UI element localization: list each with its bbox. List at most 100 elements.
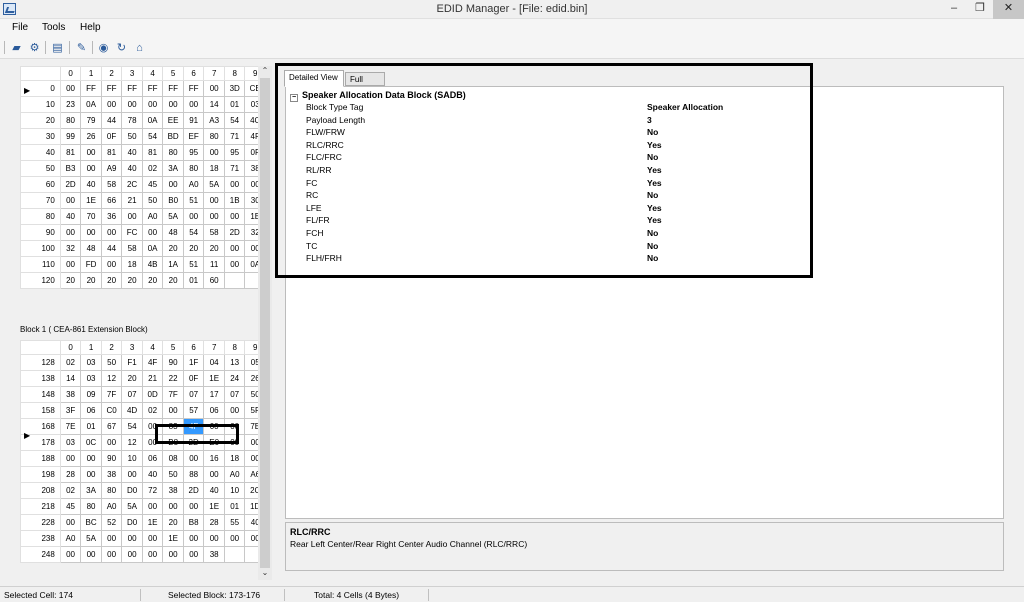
hex-cell[interactable]: 54 <box>141 128 164 145</box>
hex-cell[interactable]: 80 <box>100 482 123 499</box>
hex-cell[interactable]: 48 <box>162 224 184 241</box>
hex-cell[interactable]: 00 <box>162 546 184 563</box>
hex-cell[interactable]: 50 <box>141 192 164 209</box>
hex-cell[interactable]: A9 <box>100 160 123 177</box>
hex-cell[interactable]: 00 <box>141 224 164 241</box>
hex-cell[interactable]: 80 <box>162 144 184 161</box>
hex-cell[interactable]: 5A <box>80 530 102 547</box>
hex-cell[interactable]: 02 <box>141 160 164 177</box>
row-header[interactable]: 138 <box>20 370 61 387</box>
hex-cell[interactable]: 00 <box>223 530 246 547</box>
hex-cell[interactable]: 08 <box>162 450 184 467</box>
hex-cell[interactable]: 00 <box>100 224 123 241</box>
help-icon[interactable]: ◉ <box>96 40 111 55</box>
hex-cell[interactable]: 57 <box>182 402 205 419</box>
hex-cell[interactable]: 38 <box>100 466 123 483</box>
hex-cell[interactable]: 90 <box>162 354 184 371</box>
hex-cell[interactable]: FF <box>100 80 123 97</box>
hex-cell[interactable]: 40 <box>121 144 143 161</box>
hex-cell[interactable]: FC <box>121 224 143 241</box>
hex-cell[interactable]: 5A <box>121 498 143 515</box>
hex-cell[interactable]: 1E <box>80 192 102 209</box>
hex-cell[interactable]: 7F <box>162 386 184 403</box>
hex-cell[interactable]: 03 <box>59 434 82 451</box>
hex-cell[interactable]: F1 <box>121 354 143 371</box>
hex-cell[interactable]: A0 <box>182 176 205 193</box>
hex-cell[interactable]: 71 <box>223 128 246 145</box>
hex-cell[interactable]: 00 <box>80 466 102 483</box>
hex-cell[interactable]: 0D <box>141 386 164 403</box>
hex-cell[interactable]: A0 <box>59 530 82 547</box>
hex-cell[interactable]: 70 <box>80 208 102 225</box>
hex-cell[interactable]: B0 <box>162 192 184 209</box>
scroll-thumb[interactable] <box>260 78 270 568</box>
hex-cell[interactable]: 90 <box>100 450 123 467</box>
hex-cell[interactable]: 3A <box>162 160 184 177</box>
hex-cell[interactable]: 20 <box>121 272 143 289</box>
hex-cell[interactable]: 00 <box>203 80 225 97</box>
row-header[interactable]: 100 <box>20 240 61 257</box>
hex-cell[interactable]: 52 <box>100 514 123 531</box>
hex-cell[interactable]: 22 <box>162 370 184 387</box>
hex-cell[interactable]: 00 <box>141 546 164 563</box>
hex-cell[interactable]: 06 <box>203 402 225 419</box>
hex-cell[interactable]: 1E <box>203 370 225 387</box>
hex-cell[interactable]: 13 <box>223 354 246 371</box>
row-header[interactable]: 80 <box>20 208 61 225</box>
hex-cell[interactable]: 0C <box>80 434 102 451</box>
hex-cell[interactable]: 36 <box>100 208 123 225</box>
hex-cell[interactable]: 50 <box>100 354 123 371</box>
maximize-button[interactable]: ❐ <box>967 0 993 19</box>
hex-cell[interactable]: 00 <box>80 546 102 563</box>
hex-cell[interactable]: 99 <box>59 128 82 145</box>
hex-cell[interactable]: 44 <box>100 112 123 129</box>
hex-cell[interactable]: A0 <box>223 466 246 483</box>
row-header[interactable]: 188 <box>20 450 61 467</box>
hex-cell[interactable]: 80 <box>59 112 82 129</box>
hex-cell[interactable]: 28 <box>203 514 225 531</box>
hex-cell[interactable]: 02 <box>141 402 164 419</box>
hex-cell[interactable]: 00 <box>59 256 82 273</box>
hex-cell[interactable]: 80 <box>80 498 102 515</box>
hex-cell[interactable]: 44 <box>100 240 123 257</box>
hex-cell[interactable]: 4B <box>141 256 164 273</box>
hex-cell[interactable]: 00 <box>59 80 82 97</box>
hex-cell[interactable]: 20 <box>80 272 102 289</box>
hex-cell[interactable]: 00 <box>80 160 102 177</box>
hex-cell[interactable]: 21 <box>121 192 143 209</box>
hex-cell[interactable]: 17 <box>203 386 225 403</box>
hex-cell[interactable]: 00 <box>121 546 143 563</box>
close-button[interactable]: ✕ <box>993 0 1024 19</box>
hex-cell[interactable]: 07 <box>182 386 205 403</box>
hex-cell[interactable]: 00 <box>121 530 143 547</box>
row-header[interactable]: 30 <box>20 128 61 145</box>
hex-cell[interactable]: 00 <box>141 530 164 547</box>
hex-cell[interactable]: 40 <box>80 176 102 193</box>
menu-file[interactable]: File <box>12 22 28 33</box>
hex-cell[interactable]: EE <box>162 112 184 129</box>
hex-cell[interactable]: FF <box>162 80 184 97</box>
hex-cell[interactable]: 00 <box>223 402 246 419</box>
hex-cell[interactable]: FF <box>182 80 205 97</box>
hex-cell[interactable]: 71 <box>223 160 246 177</box>
hex-cell[interactable]: 50 <box>121 128 143 145</box>
menu-help[interactable]: Help <box>80 22 101 33</box>
hex-cell[interactable]: 2D <box>182 482 205 499</box>
hex-cell[interactable]: FD <box>80 256 102 273</box>
hex-cell[interactable]: 00 <box>141 96 164 113</box>
hex-cell[interactable]: 00 <box>162 96 184 113</box>
hex-cell[interactable]: BC <box>80 514 102 531</box>
hex-cell[interactable]: 2C <box>121 176 143 193</box>
hex-cell[interactable]: 1A <box>162 256 184 273</box>
minimize-button[interactable]: – <box>941 0 967 19</box>
hex-cell[interactable]: FF <box>141 80 164 97</box>
hex-cell[interactable]: 00 <box>59 192 82 209</box>
hex-cell[interactable]: 1E <box>162 530 184 547</box>
hex-cell[interactable]: 20 <box>162 240 184 257</box>
hex-cell[interactable]: 20 <box>182 240 205 257</box>
hex-cell[interactable] <box>223 546 246 563</box>
hex-cell[interactable]: 32 <box>59 240 82 257</box>
hex-cell[interactable]: 00 <box>59 546 82 563</box>
hex-cell[interactable]: FF <box>80 80 102 97</box>
hex-cell[interactable]: 0F <box>100 128 123 145</box>
